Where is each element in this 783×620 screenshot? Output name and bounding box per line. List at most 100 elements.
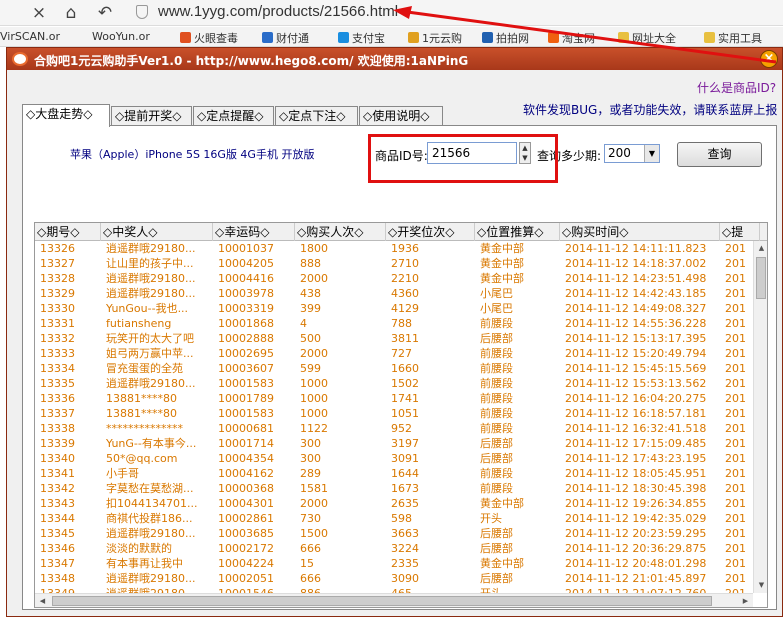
vertical-scrollbar[interactable]: ▲ ▼ — [753, 241, 767, 593]
scroll-up-icon[interactable]: ▲ — [754, 241, 767, 256]
table-cell: 399 — [300, 302, 321, 315]
table-row[interactable]: 13340 50*@qq.com 10004354 300 3091 后腰部 2014-11… — [35, 451, 753, 466]
table-row[interactable]: 13348 逍遥群哦29180... 10002051 666 3090 后腰部 2014-… — [35, 571, 753, 586]
what-is-product-id-link[interactable]: 什么是商品ID? — [697, 79, 776, 96]
horizontal-scrollbar[interactable]: ◀ ▶ — [35, 593, 753, 607]
table-row[interactable]: 13328 逍遥群哦29180... 10004416 2000 2210 黄金中部 201… — [35, 271, 753, 286]
results-table: ◇期号◇ ◇中奖人◇ ◇幸运码◇ ◇购买人次◇ ◇开奖位次◇ ◇位置推算◇ ◇购买时间◇ ◇提… — [34, 222, 768, 608]
tab-fixed-reminder[interactable]: ◇定点提醒◇ — [193, 106, 274, 126]
table-cell: 前腰段 — [480, 362, 513, 375]
table-cell: 4360 — [391, 287, 419, 300]
column-header[interactable]: ◇位置推算◇ — [475, 223, 560, 241]
bookmark-favicon-icon — [180, 32, 191, 43]
table-cell: 10003685 — [218, 527, 274, 540]
address-bar[interactable]: www.1yyg.com/products/21566.html — [128, 1, 548, 24]
table-cell: 201 — [725, 497, 746, 510]
table-cell: 888 — [300, 257, 321, 270]
tab-fixed-bet[interactable]: ◇定点下注◇ — [275, 106, 358, 126]
table-row[interactable]: 13332 玩笑开的太大了吧 10002888 500 3811 后腰部 2014-11-1… — [35, 331, 753, 346]
chevron-down-icon[interactable]: ▼ — [644, 145, 659, 162]
bookmark-item[interactable]: 淘宝网 — [548, 30, 595, 46]
table-row[interactable]: 13338 ************** 10000681 1122 952 前腰段 201… — [35, 421, 753, 436]
tab-instructions[interactable]: ◇使用说明◇ — [359, 106, 443, 126]
column-header[interactable]: ◇期号◇ — [35, 223, 101, 241]
table-cell: 438 — [300, 287, 321, 300]
table-header: ◇期号◇ ◇中奖人◇ ◇幸运码◇ ◇购买人次◇ ◇开奖位次◇ ◇位置推算◇ ◇购买时间◇ ◇提 — [35, 223, 767, 241]
table-cell: 淡淡的默默的 — [106, 542, 172, 555]
table-cell: 201 — [725, 452, 746, 465]
table-cell: 201 — [725, 347, 746, 360]
vertical-scroll-thumb[interactable] — [756, 257, 766, 299]
table-row[interactable]: 13342 字莫愁在莫愁湖... 10000368 1581 1673 前腰段 2014-1… — [35, 481, 753, 496]
column-header[interactable]: ◇幸运码◇ — [213, 223, 295, 241]
table-cell: 1800 — [300, 242, 328, 255]
table-cell: 1000 — [300, 407, 328, 420]
table-cell: 13345 — [40, 527, 75, 540]
table-cell: 13881****80 — [106, 407, 177, 420]
product-id-input[interactable]: 21566 — [427, 142, 517, 164]
table-cell: 201 — [725, 272, 746, 285]
scroll-down-icon[interactable]: ▼ — [754, 578, 767, 593]
table-cell: 2014-11-12 17:43:23.195 — [565, 452, 707, 465]
table-cell: 2014-11-12 15:45:15.569 — [565, 362, 707, 375]
table-row[interactable]: 13330 YunGou--我也... 10003319 399 4129 小尾巴 2014… — [35, 301, 753, 316]
table-cell: 3090 — [391, 572, 419, 585]
table-row[interactable]: 13335 逍遥群哦29180... 10001583 1000 1502 前腰段 2014… — [35, 376, 753, 391]
column-header[interactable]: ◇中奖人◇ — [101, 223, 213, 241]
table-row[interactable]: 13339 YunG--有本事今... 10001714 300 3197 后腰部 2014… — [35, 436, 753, 451]
table-cell: 2000 — [300, 272, 328, 285]
table-row[interactable]: 13343 扣1044134701... 10004301 2000 2635 黄金中部 2… — [35, 496, 753, 511]
periods-select[interactable]: 200 ▼ — [604, 144, 660, 163]
table-cell: 13881****80 — [106, 392, 177, 405]
table-cell: 10002172 — [218, 542, 274, 555]
bookmark-item[interactable]: 实用工具 — [704, 30, 762, 46]
table-row[interactable]: 13346 淡淡的默默的 10002172 666 3224 后腰部 2014-11-12 … — [35, 541, 753, 556]
scroll-left-icon[interactable]: ◀ — [35, 594, 50, 607]
bookmark-item[interactable]: 拍拍网 — [482, 30, 529, 46]
column-header[interactable]: ◇提 — [720, 223, 760, 241]
product-name: 苹果（Apple）iPhone 5S 16G版 4G手机 开放版 — [70, 148, 315, 161]
close-button[interactable]: × — [760, 50, 778, 68]
tab-market-trend[interactable]: ◇大盘走势◇ — [22, 104, 110, 127]
app-window: 合购吧1元云购助手Ver1.0 - http://www.hego8.com/ … — [6, 47, 783, 617]
table-row[interactable]: 13333 姐弓两万赢中苹... 10002695 2000 727 前腰段 2014-11… — [35, 346, 753, 361]
tab-early-draw[interactable]: ◇提前开奖◇ — [111, 106, 192, 126]
table-cell: 扣1044134701... — [106, 497, 198, 510]
table-row[interactable]: 13329 逍遥群哦29180... 10003978 438 4360 小尾巴 2014-… — [35, 286, 753, 301]
table-row[interactable]: 13337 13881****80 10001583 1000 1051 前腰段 2014-… — [35, 406, 753, 421]
bookmark-item[interactable]: 网址大全 — [618, 30, 676, 46]
bookmark-item[interactable]: 1元云购 — [408, 30, 462, 46]
table-row[interactable]: 13344 商祺代投群186... 10002861 730 598 开头 2014-11-… — [35, 511, 753, 526]
table-cell: 2014-11-12 19:42:35.029 — [565, 512, 707, 525]
table-cell: 13333 — [40, 347, 75, 360]
horizontal-scroll-thumb[interactable] — [52, 596, 712, 606]
column-header[interactable]: ◇购买时间◇ — [560, 223, 720, 241]
table-row[interactable]: 13334 冒充蛋蛋的全苑 10003607 599 1660 前腰段 2014-11-12… — [35, 361, 753, 376]
table-row[interactable]: 13345 逍遥群哦29180... 10003685 1500 3663 后腰部 2014… — [35, 526, 753, 541]
table-row[interactable]: 13327 让山里的孩子中... 10004205 888 2710 黄金中部 2014-1… — [35, 256, 753, 271]
scroll-right-icon[interactable]: ▶ — [738, 594, 753, 607]
bookmark-item[interactable]: 财付通 — [262, 30, 309, 46]
table-row[interactable]: 13326 逍遥群哦29180... 10001037 1800 1936 黄金中部 201… — [35, 241, 753, 256]
table-row[interactable]: 13349逍遥群哦29180...10001546886465开头2014-11… — [35, 586, 753, 593]
bookmark-item[interactable]: 火眼查毒 — [180, 30, 238, 46]
table-row[interactable]: 13331 futiansheng 10001868 4 788 前腰段 2014-11-1… — [35, 316, 753, 331]
table-row[interactable]: 13347 有本事再让我中 10004224 15 2335 黄金中部 2014-11-12… — [35, 556, 753, 571]
bookmark-item[interactable]: 支付宝 — [338, 30, 385, 46]
stop-icon[interactable]: × — [28, 2, 50, 24]
table-cell: 10003978 — [218, 287, 274, 300]
table-row[interactable]: 13336 13881****80 10001789 1000 1741 前腰段 2014-… — [35, 391, 753, 406]
table-cell: 13335 — [40, 377, 75, 390]
query-button[interactable]: 查询 — [677, 142, 762, 167]
table-cell: 10004301 — [218, 497, 274, 510]
product-id-spinner[interactable]: ▲ ▼ — [519, 142, 531, 164]
bookmark-item[interactable]: WooYun.or — [92, 30, 150, 43]
home-icon[interactable]: ⌂ — [60, 2, 82, 24]
refresh-icon[interactable]: ↶ — [94, 2, 116, 24]
table-cell: 10004354 — [218, 452, 274, 465]
table-cell: 3663 — [391, 527, 419, 540]
column-header[interactable]: ◇开奖位次◇ — [386, 223, 475, 241]
table-row[interactable]: 13341 小手哥 10004162 289 1644 前腰段 2014-11-12 18:… — [35, 466, 753, 481]
bookmark-item[interactable]: VirSCAN.or — [0, 30, 60, 43]
column-header[interactable]: ◇购买人次◇ — [295, 223, 386, 241]
